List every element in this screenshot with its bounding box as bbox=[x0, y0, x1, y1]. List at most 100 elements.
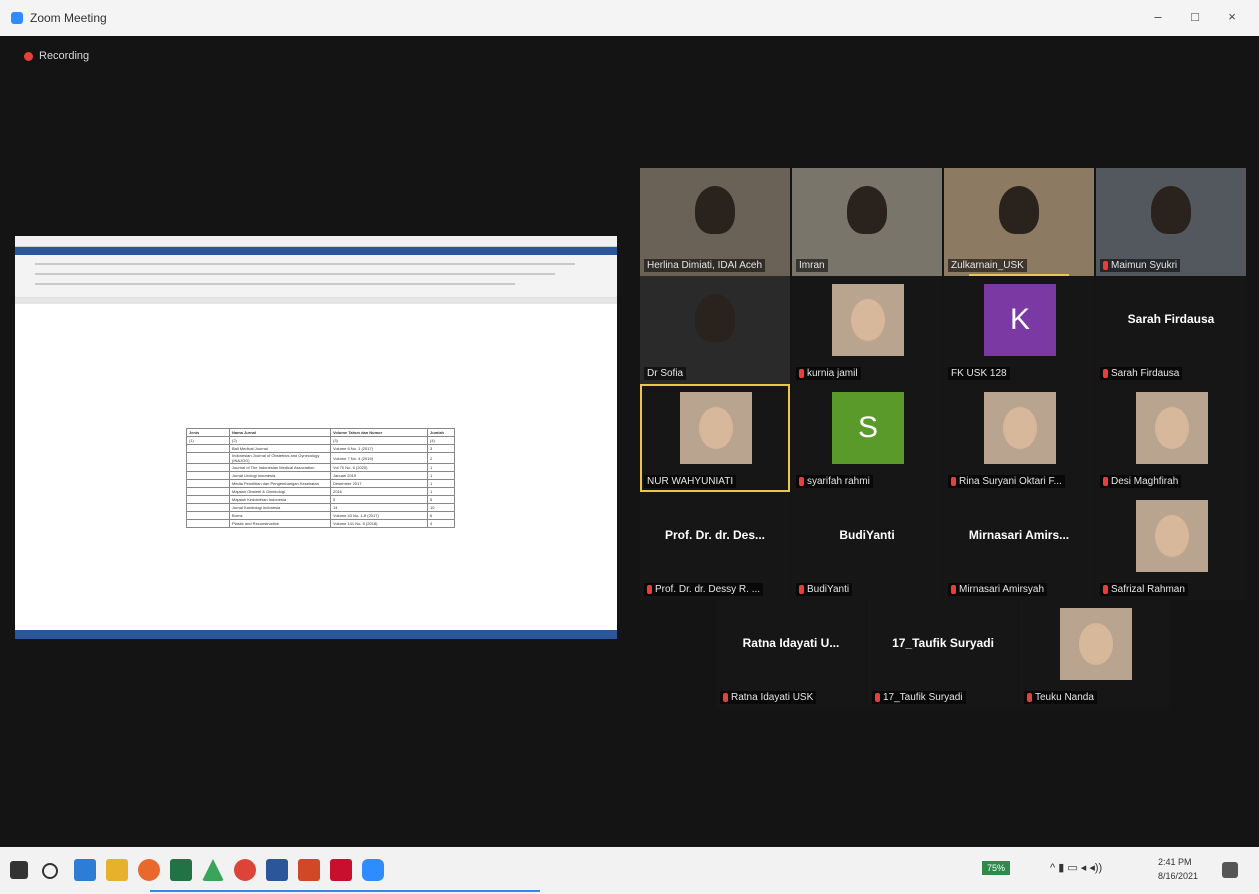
zoom-taskbar-icon[interactable] bbox=[362, 859, 384, 881]
participant-name: Sarah Firdausa bbox=[1111, 368, 1180, 379]
table-cell bbox=[186, 519, 230, 528]
table-cell: 1 bbox=[427, 479, 455, 488]
participant-name-label: Safrizal Rahman bbox=[1100, 583, 1188, 596]
table-cell: Nama Jurnal bbox=[229, 428, 331, 437]
participant-photo bbox=[832, 284, 904, 356]
windows-start-icon[interactable] bbox=[10, 861, 28, 879]
word-menu-bar bbox=[15, 247, 617, 255]
participant-tile[interactable]: Zulkarnain_USK bbox=[944, 168, 1094, 276]
clock-date[interactable]: 8/16/2021 bbox=[1158, 871, 1198, 881]
table-cell: Volume 141 No. 6 (2018) bbox=[330, 519, 428, 528]
mic-muted-icon bbox=[1103, 261, 1108, 270]
recording-indicator[interactable]: Recording bbox=[24, 50, 89, 62]
person-face-icon bbox=[1003, 407, 1037, 449]
participant-name-label: BudiYanti bbox=[796, 583, 853, 596]
windows-taskbar: 75% ^ ▮ ▭ ◂ ◂)) 2:41 PM 8/16/2021 bbox=[0, 847, 1259, 894]
table-row: Majalah Kedokteran Indonesia 5 5 bbox=[186, 495, 455, 504]
participant-name-label: Ratna Idayati USK bbox=[720, 691, 817, 704]
notifications-icon[interactable] bbox=[1222, 862, 1238, 878]
participant-name: 17_Taufik Suryadi bbox=[883, 692, 963, 703]
table-cell: 4 bbox=[427, 519, 455, 528]
table-cell: Plastic and Reconstructive bbox=[229, 519, 331, 528]
powerpoint-icon[interactable] bbox=[298, 859, 320, 881]
table-cell: Januari 2019 bbox=[330, 471, 428, 480]
firefox-icon[interactable] bbox=[138, 859, 160, 881]
participant-name: Ratna Idayati USK bbox=[731, 692, 814, 703]
window-title: Zoom Meeting bbox=[30, 11, 107, 25]
document-table: Jenis Nama Jurnal Volume Tahun dan Nomor Ju… bbox=[186, 428, 455, 528]
table-cell: 1 bbox=[427, 471, 455, 480]
edge-icon[interactable] bbox=[74, 859, 96, 881]
mic-muted-icon bbox=[1103, 585, 1108, 594]
close-button[interactable]: × bbox=[1222, 9, 1242, 24]
participant-tile[interactable]: BudiYanti BudiYanti bbox=[792, 492, 942, 600]
participant-tile[interactable]: Teuku Nanda bbox=[1020, 600, 1170, 708]
mic-muted-icon bbox=[951, 585, 956, 594]
participant-name-label: Rina Suryani Oktari F... bbox=[948, 475, 1065, 488]
clock-time[interactable]: 2:41 PM bbox=[1158, 857, 1192, 867]
participant-tile[interactable]: NUR WAHYUNIATI bbox=[640, 384, 790, 492]
participant-name: kurnia jamil bbox=[807, 368, 858, 379]
file-explorer-icon[interactable] bbox=[106, 859, 128, 881]
person-face-icon bbox=[851, 299, 885, 341]
table-cell: (1) bbox=[186, 436, 230, 445]
person-silhouette-icon bbox=[1151, 186, 1191, 234]
table-cell: Majalah Kedokteran Indonesia bbox=[229, 495, 331, 504]
participant-tile[interactable]: 17_Taufik Suryadi 17_Taufik Suryadi bbox=[868, 600, 1018, 708]
excel-icon[interactable] bbox=[170, 859, 192, 881]
participant-tile[interactable]: Herlina Dimiati, IDAI Aceh bbox=[640, 168, 790, 276]
tray-icons[interactable]: ^ ▮ ▭ ◂ ◂)) bbox=[1050, 861, 1102, 874]
table-cell: Jenis bbox=[186, 428, 230, 437]
word-ruler bbox=[15, 298, 617, 304]
table-cell bbox=[186, 444, 230, 453]
participant-name-label: Herlina Dimiati, IDAI Aceh bbox=[644, 259, 766, 272]
battery-indicator[interactable]: 75% bbox=[982, 861, 1011, 875]
table-row: Journal of The Indonesian Medical Associ… bbox=[186, 463, 455, 472]
person-face-icon bbox=[1155, 515, 1189, 557]
participant-tile[interactable]: K FK USK 128 bbox=[944, 276, 1094, 384]
participant-tile[interactable]: Maimun Syukri bbox=[1096, 168, 1246, 276]
participant-tile[interactable]: Safrizal Rahman bbox=[1096, 492, 1246, 600]
table-cell: 6 bbox=[427, 511, 455, 520]
participant-tile[interactable]: Ssyarifah rahmi bbox=[792, 384, 942, 492]
acrobat-icon[interactable] bbox=[330, 859, 352, 881]
mic-muted-icon bbox=[951, 477, 956, 486]
search-icon[interactable] bbox=[42, 863, 58, 879]
participant-tile[interactable]: Prof. Dr. dr. Des... Prof. Dr. dr. Dessy … bbox=[640, 492, 790, 600]
word-icon[interactable] bbox=[266, 859, 288, 881]
participant-tile[interactable]: kurnia jamil bbox=[792, 276, 942, 384]
participant-display-name: 17_Taufik Suryadi bbox=[892, 636, 994, 650]
drive-icon[interactable] bbox=[202, 859, 224, 881]
participant-tile[interactable]: Dr Sofia bbox=[640, 276, 790, 384]
table-cell bbox=[186, 511, 230, 520]
participant-name-label: Sarah Firdausa bbox=[1100, 367, 1183, 380]
participant-display-name: Ratna Idayati U... bbox=[742, 636, 840, 650]
maximize-button[interactable]: □ bbox=[1185, 9, 1205, 24]
participant-name: Mirnasari Amirsyah bbox=[959, 584, 1045, 595]
participant-name: Safrizal Rahman bbox=[1111, 584, 1185, 595]
word-status-bar bbox=[15, 630, 617, 639]
table-row: Jurnal Kardiologi Indonesia 14 10 bbox=[186, 503, 455, 512]
word-ribbon bbox=[15, 255, 617, 298]
participant-tile[interactable]: Sarah Firdausa Sarah Firdausa bbox=[1096, 276, 1246, 384]
table-cell bbox=[186, 503, 230, 512]
participant-photo bbox=[984, 392, 1056, 464]
table-cell: Volume Tahun dan Nomor bbox=[330, 428, 428, 437]
table-cell bbox=[186, 452, 230, 464]
participant-tile[interactable]: Desi Maghfirah bbox=[1096, 384, 1246, 492]
participant-tile[interactable]: Rina Suryani Oktari F... bbox=[944, 384, 1094, 492]
participant-tile[interactable]: Mirnasari Amirs... Mirnasari Amirsyah bbox=[944, 492, 1094, 600]
minimize-button[interactable]: – bbox=[1148, 9, 1168, 24]
participant-tile[interactable]: Ratna Idayati U... Ratna Idayati USK bbox=[716, 600, 866, 708]
table-cell: 2 bbox=[427, 452, 455, 464]
participant-tile[interactable]: Imran bbox=[792, 168, 942, 276]
participant-name-label: Maimun Syukri bbox=[1100, 259, 1181, 272]
table-row: Jenis Nama Jurnal Volume Tahun dan Nomor Ju… bbox=[186, 428, 455, 437]
table-cell: (4) bbox=[427, 436, 455, 445]
chrome-icon[interactable] bbox=[234, 859, 256, 881]
shared-screen[interactable]: Jenis Nama Jurnal Volume Tahun dan Nomor Ju… bbox=[15, 236, 617, 639]
participant-name: Desi Maghfirah bbox=[1111, 476, 1179, 487]
table-row: Media Penelitian dan Pengembangan Keseha… bbox=[186, 479, 455, 488]
participant-name-label: 17_Taufik Suryadi bbox=[872, 691, 966, 704]
participant-name: Teuku Nanda bbox=[1035, 692, 1094, 703]
